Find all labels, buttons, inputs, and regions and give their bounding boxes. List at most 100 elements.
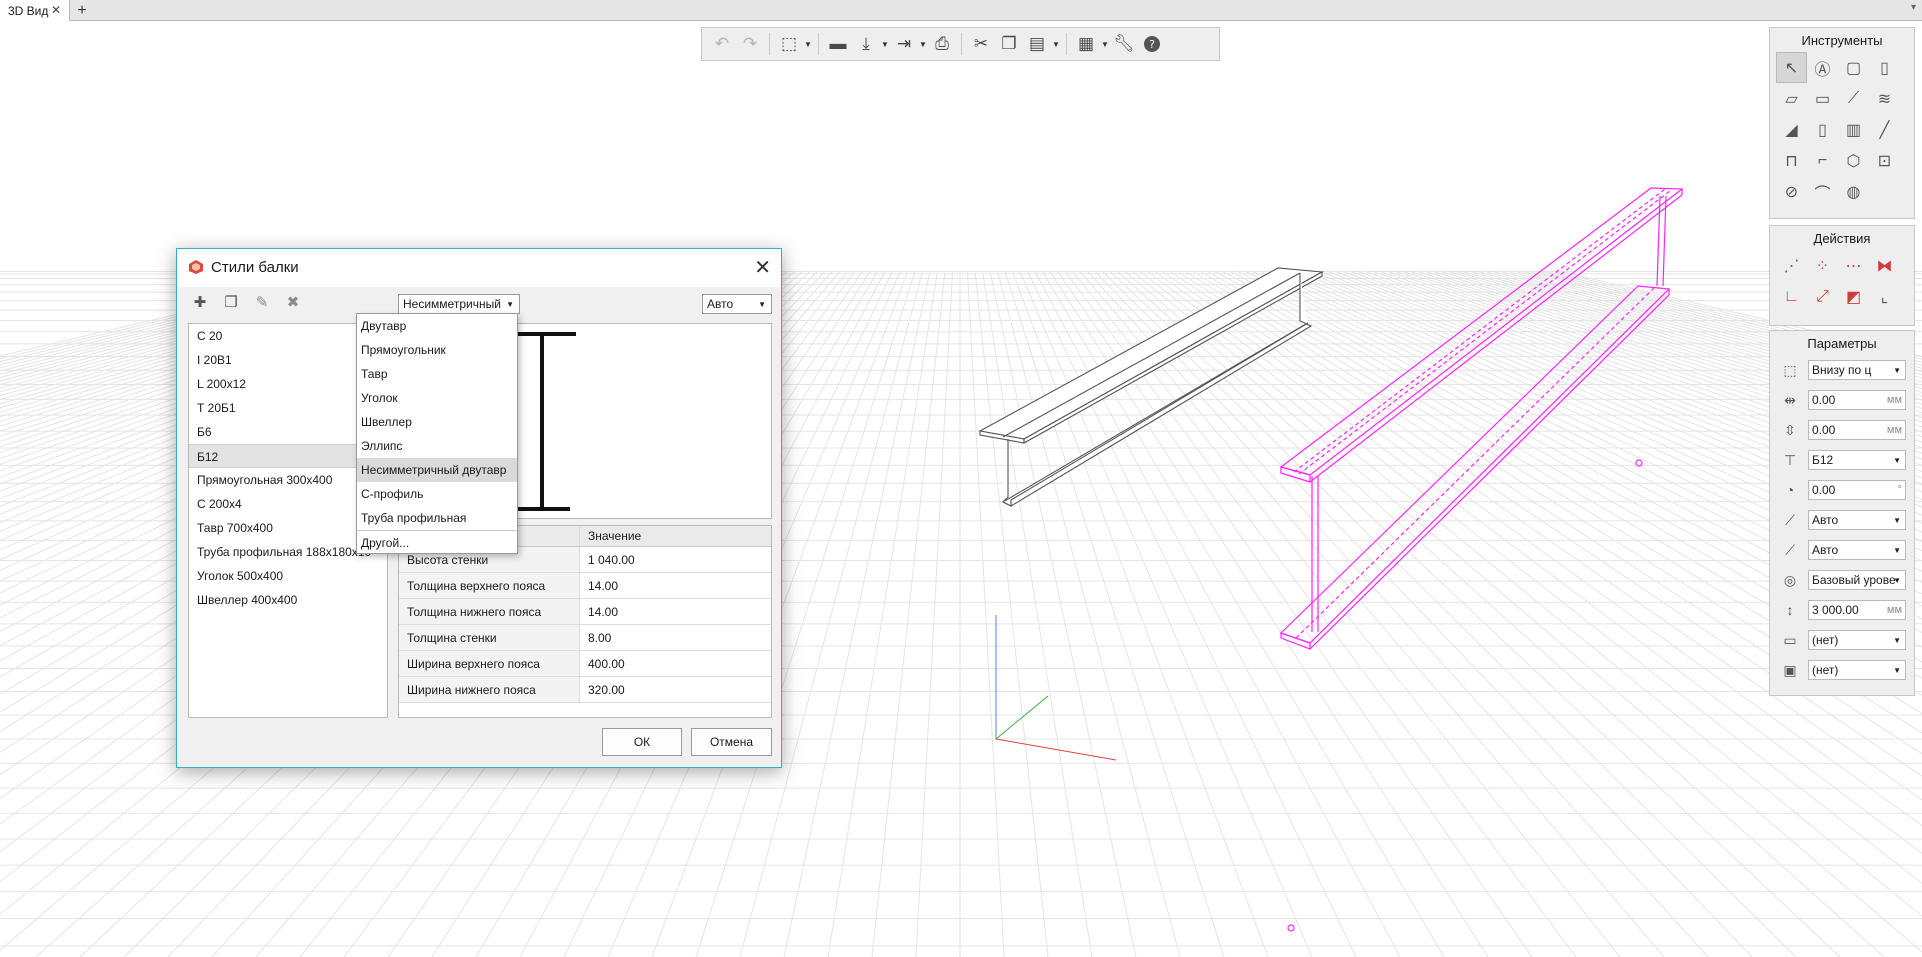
grid-line bbox=[1086, 270, 1709, 957]
param-input[interactable]: 3 000.00 мм bbox=[1808, 600, 1906, 620]
dropdown-option[interactable]: Труба профильная bbox=[357, 506, 517, 530]
param-input[interactable]: 0.00 мм bbox=[1808, 390, 1906, 410]
param-value: Б12 bbox=[1812, 453, 1834, 467]
rotation-icon: ◔ bbox=[1785, 482, 1795, 498]
rotate-icon[interactable]: ⁘ bbox=[1807, 250, 1838, 281]
close-icon[interactable]: ✕ bbox=[754, 255, 771, 280]
copy-object-icon[interactable]: ◩ bbox=[1838, 281, 1869, 312]
slab-icon[interactable]: ▱ bbox=[1776, 83, 1807, 114]
table-row[interactable]: Толщина стенки 8.00 bbox=[399, 625, 771, 651]
snap-point[interactable] bbox=[1287, 924, 1295, 932]
angle-icon[interactable]: ∟ bbox=[1776, 281, 1807, 312]
camera-icon[interactable]: ⊡ bbox=[1869, 145, 1900, 176]
style-list-item[interactable]: Уголок 500x400 bbox=[189, 564, 387, 588]
dropdown-option[interactable]: Другой... bbox=[357, 530, 517, 555]
dropdown-option[interactable]: Уголок bbox=[357, 386, 517, 410]
param-select[interactable]: Внизу по ц ▼ bbox=[1808, 360, 1906, 380]
table-row[interactable]: Толщина верхнего пояса 14.00 bbox=[399, 573, 771, 599]
param-value: (нет) bbox=[1812, 633, 1839, 647]
param-select[interactable]: Б12 ▼ bbox=[1808, 450, 1906, 470]
copy-icon[interactable]: ❐ bbox=[995, 31, 1023, 57]
stair-icon[interactable]: ≋ bbox=[1869, 83, 1900, 114]
undo-icon[interactable]: ↶ bbox=[708, 31, 736, 57]
profile-type-select[interactable]: Несимметричный ▼ bbox=[398, 294, 520, 314]
hatch-icon[interactable]: ◍ bbox=[1838, 176, 1869, 207]
add-tab-button[interactable]: + bbox=[72, 0, 92, 21]
param-value[interactable]: 14.00 bbox=[580, 573, 771, 598]
view-cube-icon[interactable]: ⬚ bbox=[775, 31, 803, 57]
dropdown-option[interactable]: Двутавр bbox=[357, 314, 517, 338]
chevron-down-icon[interactable]: ▼ bbox=[918, 40, 928, 49]
param-select[interactable]: (нет) ▼ bbox=[1808, 660, 1906, 680]
chevron-down-icon[interactable]: ▼ bbox=[1051, 40, 1061, 49]
redo-icon[interactable]: ↷ bbox=[736, 31, 764, 57]
edit-style-button[interactable]: ✎ bbox=[249, 291, 275, 313]
table-row[interactable]: Толщина нижнего пояса 14.00 bbox=[399, 599, 771, 625]
chevron-down-icon[interactable]: ▼ bbox=[803, 40, 813, 49]
text-style-icon[interactable]: Ⓐ bbox=[1807, 52, 1838, 83]
window-icon[interactable]: ▥ bbox=[1838, 114, 1869, 145]
dropdown-option[interactable]: С-профиль bbox=[357, 482, 517, 506]
line-icon[interactable]: ╱ bbox=[1869, 114, 1900, 145]
style-list-item[interactable]: Швеллер 400x400 bbox=[189, 588, 387, 612]
add-style-button[interactable]: ✚ bbox=[187, 291, 213, 313]
move-icon[interactable]: ⋰ bbox=[1776, 250, 1807, 281]
select-arrow-icon[interactable]: ↖ bbox=[1776, 52, 1807, 83]
delete-style-button[interactable]: ✖ bbox=[280, 291, 306, 313]
duplicate-style-button[interactable]: ❐ bbox=[218, 291, 244, 313]
dropdown-option[interactable]: Тавр bbox=[357, 362, 517, 386]
dropdown-option[interactable]: Швеллер bbox=[357, 410, 517, 434]
param-value[interactable]: 14.00 bbox=[580, 599, 771, 624]
param-input[interactable]: 0.00 мм bbox=[1808, 420, 1906, 440]
param-select[interactable]: Авто ▼ bbox=[1808, 540, 1906, 560]
param-value[interactable]: 400.00 bbox=[580, 651, 771, 676]
dropdown-option[interactable]: Эллипс bbox=[357, 434, 517, 458]
wall-icon[interactable]: ▢ bbox=[1838, 52, 1869, 83]
param-select[interactable]: Авто ▼ bbox=[1808, 510, 1906, 530]
object-icon[interactable]: ⊓ bbox=[1776, 145, 1807, 176]
cut-icon[interactable]: ✂ bbox=[967, 31, 995, 57]
railing-icon[interactable]: ⌐ bbox=[1807, 145, 1838, 176]
param-value[interactable]: 320.00 bbox=[580, 677, 771, 702]
shape-3d-icon[interactable]: ⬡ bbox=[1838, 145, 1869, 176]
dropdown-option[interactable]: Несимметричный двутавр bbox=[357, 458, 517, 482]
dropdown-option[interactable]: Прямоугольник bbox=[357, 338, 517, 362]
curve-icon[interactable]: ⌒ bbox=[1807, 176, 1838, 207]
dimension-icon[interactable]: ⊘ bbox=[1776, 176, 1807, 207]
table-row[interactable]: Ширина верхнего пояса 400.00 bbox=[399, 651, 771, 677]
mode-select[interactable]: Авто ▼ bbox=[702, 294, 772, 314]
toolbar-divider bbox=[1066, 33, 1067, 55]
chevron-down-icon[interactable]: ▼ bbox=[1100, 40, 1110, 49]
print-icon[interactable]: ⎙ bbox=[928, 31, 956, 57]
array-icon[interactable]: ⋯ bbox=[1838, 250, 1869, 281]
param-name: Толщина стенки bbox=[399, 625, 580, 650]
settings-wrench-icon[interactable]: 🔧︎ bbox=[1110, 31, 1138, 57]
properties-icon[interactable]: ▦ bbox=[1072, 31, 1100, 57]
paste-icon[interactable]: ▤ bbox=[1023, 31, 1051, 57]
open-folder-icon[interactable]: ▬ bbox=[824, 31, 852, 57]
stretch-icon[interactable]: ⤢ bbox=[1807, 281, 1838, 312]
roof-icon[interactable]: ◢ bbox=[1776, 114, 1807, 145]
export-icon[interactable]: ⇥ bbox=[890, 31, 918, 57]
ok-button[interactable]: ОК bbox=[602, 728, 682, 756]
param-value[interactable]: 1 040.00 bbox=[580, 547, 771, 572]
param-select[interactable]: Базовый урове ▼ bbox=[1808, 570, 1906, 590]
chevron-down-icon[interactable]: ▼ bbox=[880, 40, 890, 49]
help-icon[interactable]: ? bbox=[1138, 31, 1166, 57]
param-value[interactable]: 8.00 bbox=[580, 625, 771, 650]
tab-3d-view[interactable]: 3D Вид ✕ bbox=[0, 0, 70, 21]
trim-icon[interactable]: ⌞ bbox=[1869, 281, 1900, 312]
param-input[interactable]: 0.00 ° bbox=[1808, 480, 1906, 500]
slab-opening-icon[interactable]: ▭ bbox=[1807, 83, 1838, 114]
mirror-icon[interactable]: ⧓ bbox=[1869, 250, 1900, 281]
cancel-button[interactable]: Отмена bbox=[691, 728, 772, 756]
tab-list-chevron-icon[interactable]: ▾ bbox=[1911, 2, 1916, 13]
door-icon[interactable]: ▯ bbox=[1807, 114, 1838, 145]
table-row[interactable]: Ширина нижнего пояса 320.00 bbox=[399, 677, 771, 703]
param-select[interactable]: (нет) ▼ bbox=[1808, 630, 1906, 650]
tab-close-icon[interactable]: ✕ bbox=[51, 3, 61, 17]
chevron-down-icon: ▼ bbox=[1893, 455, 1901, 465]
import-icon[interactable]: ⤓ bbox=[852, 31, 880, 57]
column-icon[interactable]: ▯ bbox=[1869, 52, 1900, 83]
beam-icon[interactable]: ⟋ bbox=[1838, 83, 1869, 114]
